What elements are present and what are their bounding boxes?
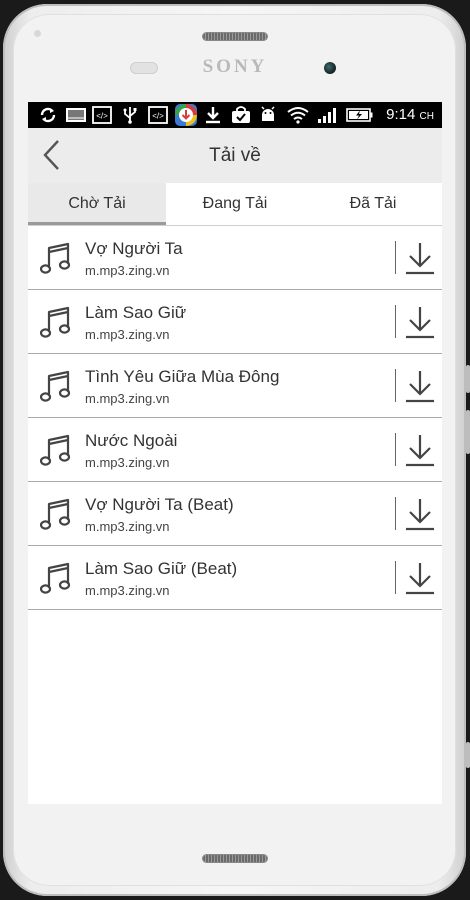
download-button[interactable] [403, 304, 437, 340]
song-title: Tình Yêu Giữa Mùa Đông [85, 367, 280, 386]
music-note-icon [40, 370, 72, 404]
tab-cho-tai[interactable]: Chờ Tải [28, 183, 166, 225]
list-item[interactable]: Nước Ngoài m.mp3.zing.vn [28, 418, 442, 482]
usb-icon [123, 107, 137, 124]
volume-button [466, 410, 470, 454]
song-source: m.mp3.zing.vn [85, 519, 170, 534]
camera-button [466, 742, 470, 768]
song-source: m.mp3.zing.vn [85, 391, 170, 406]
divider [395, 241, 396, 274]
download-button[interactable] [403, 560, 437, 596]
earpiece-speaker [203, 33, 267, 40]
download-icon [406, 499, 434, 529]
song-source: m.mp3.zing.vn [85, 455, 170, 470]
tab-da-tai[interactable]: Đã Tải [304, 183, 442, 225]
svg-text:</>: </> [152, 112, 164, 121]
song-source: m.mp3.zing.vn [85, 263, 170, 278]
shopping-bag-icon [232, 106, 250, 123]
download-icon [406, 371, 434, 401]
download-icon [206, 107, 220, 124]
download-manager-icon [175, 104, 197, 126]
song-title: Làm Sao Giữ (Beat) [85, 559, 238, 578]
music-note-icon [40, 242, 72, 276]
status-time: 9:14 CH [386, 106, 434, 123]
clock-suffix: CH [419, 111, 434, 122]
tab-bar: Chờ Tải Đang Tải Đã Tải [28, 183, 442, 226]
battery-icon [346, 108, 373, 122]
screen: </> </> 9:14 CH Tải về Chờ Tải Đang Tải … [28, 102, 442, 804]
list-item[interactable]: Tình Yêu Giữa Mùa Đông m.mp3.zing.vn [28, 354, 442, 418]
list-item[interactable]: Vợ Người Ta m.mp3.zing.vn [28, 226, 442, 290]
page-title: Tải về [209, 145, 261, 166]
music-note-icon [40, 306, 72, 340]
list-item[interactable]: Vợ Người Ta (Beat) m.mp3.zing.vn [28, 482, 442, 546]
song-title: Vợ Người Ta [85, 239, 183, 258]
divider [395, 561, 396, 594]
list-item[interactable]: Làm Sao Giữ (Beat) m.mp3.zing.vn [28, 546, 442, 610]
music-note-icon [40, 434, 72, 468]
sync-icon [40, 107, 56, 123]
app-bar: Tải về [28, 128, 442, 184]
wifi-icon [287, 107, 309, 124]
song-source: m.mp3.zing.vn [85, 583, 170, 598]
divider [395, 369, 396, 402]
clock-time: 9:14 [386, 106, 416, 123]
list-item[interactable]: Làm Sao Giữ m.mp3.zing.vn [28, 290, 442, 354]
download-icon [406, 307, 434, 337]
song-title: Làm Sao Giữ [85, 303, 187, 322]
music-note-icon [40, 562, 72, 596]
divider [395, 305, 396, 338]
svg-text:</>: </> [96, 112, 108, 121]
download-button[interactable] [403, 240, 437, 276]
download-button[interactable] [403, 496, 437, 532]
song-title: Nước Ngoài [85, 431, 178, 450]
status-bar: </> </> 9:14 CH [28, 102, 442, 128]
signal-icon [318, 108, 336, 123]
power-button [466, 365, 470, 393]
download-list: Vợ Người Ta m.mp3.zing.vn Làm Sao Giữ m.… [28, 226, 442, 610]
tab-dang-tai[interactable]: Đang Tải [166, 183, 304, 225]
music-note-icon [40, 498, 72, 532]
download-button[interactable] [403, 368, 437, 404]
code-icon: </> [148, 106, 168, 124]
brand-logo: SONY [202, 56, 268, 77]
divider [395, 433, 396, 466]
song-source: m.mp3.zing.vn [85, 327, 170, 342]
download-icon [406, 243, 434, 273]
gallery-icon [66, 108, 86, 122]
sensor-dot [34, 30, 41, 37]
android-debug-icon [261, 106, 275, 121]
front-camera [324, 62, 336, 74]
download-button[interactable] [403, 432, 437, 468]
download-icon [406, 563, 434, 593]
song-title: Vợ Người Ta (Beat) [85, 495, 234, 514]
download-icon [406, 435, 434, 465]
code-icon: </> [92, 106, 112, 124]
divider [395, 497, 396, 530]
bottom-speaker [203, 855, 267, 862]
